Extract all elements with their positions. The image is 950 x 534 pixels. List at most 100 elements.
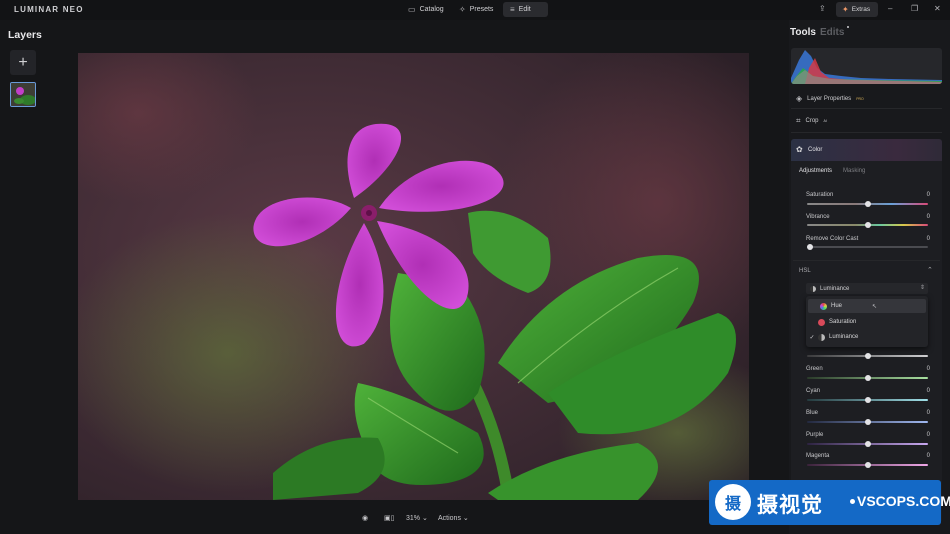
blue-slider[interactable] [807, 419, 928, 425]
tool-layer-properties[interactable]: ◈ Layer Properties PRO [796, 94, 864, 103]
green-slider-knob[interactable] [864, 375, 871, 381]
actions-label: Actions [438, 515, 461, 522]
color-title: Color [808, 147, 823, 153]
green-slider[interactable] [807, 375, 928, 381]
color-tool-header[interactable]: ✿ Color [791, 139, 942, 161]
blue-label: Blue [806, 410, 819, 416]
maximize-icon[interactable]: ❐ [911, 4, 918, 13]
zoom-dropdown[interactable]: 31% ⌄ [406, 514, 428, 522]
title-bar: LUMINAR NEO ▭ Catalog ✧ Presets ≡ Edit ⇪… [0, 0, 950, 20]
updown-chevron-icon: ⇕ [919, 285, 925, 291]
chevron-up-icon[interactable]: ⌃ [927, 266, 933, 274]
photo-canvas[interactable] [78, 53, 749, 500]
close-icon[interactable]: ✕ [934, 4, 941, 13]
remove-color-cast-label: Remove Color Cast [806, 236, 859, 242]
remove-color-cast-value[interactable]: 0 [922, 236, 930, 242]
watermark-dot [850, 499, 855, 504]
luminar-neo-window: LUMINAR NEO ▭ Catalog ✧ Presets ≡ Edit ⇪… [0, 0, 950, 534]
slider-knob[interactable] [864, 353, 871, 359]
pro-badge: PRO [856, 96, 864, 101]
hsl-section-label[interactable]: HSL [799, 268, 811, 274]
watermark-logo: 摄 [715, 484, 751, 520]
histogram [791, 48, 942, 84]
eye-icon[interactable]: ◉ [362, 514, 368, 522]
catalog-label: Catalog [419, 6, 444, 13]
folder-icon: ▭ [408, 5, 416, 14]
app-logo: LUMINAR NEO [14, 5, 84, 14]
layer-thumbnail[interactable] [10, 82, 36, 107]
flower-photo [78, 53, 749, 500]
bottom-toolbar [0, 505, 790, 534]
tab-masking[interactable]: Masking [843, 168, 865, 174]
share-icon[interactable]: ⇪ [819, 4, 826, 13]
purple-slider-knob[interactable] [864, 441, 871, 447]
checkmark-icon: ✓ [809, 334, 815, 341]
tab-edits[interactable]: Edits [820, 27, 844, 38]
add-layer-button[interactable]: + [10, 50, 36, 75]
magenta-label: Magenta [806, 453, 830, 459]
color-palette-icon: ✿ [796, 145, 803, 154]
saturation-slider-knob[interactable] [864, 201, 871, 207]
catalog-button[interactable]: ▭ Catalog [401, 2, 451, 17]
purple-slider[interactable] [807, 441, 928, 447]
hue-swatch-icon [820, 302, 827, 310]
hsl-partial-slider[interactable] [807, 353, 928, 359]
vibrance-slider-knob[interactable] [864, 222, 871, 228]
extras-label: Extras [851, 6, 871, 13]
magenta-slider[interactable] [807, 462, 928, 468]
edit-button[interactable]: ≡ Edit [503, 2, 548, 17]
purple-label: Purple [806, 432, 824, 438]
cyan-slider-knob[interactable] [864, 397, 871, 403]
dropdown-option-saturation[interactable]: Saturation [806, 315, 928, 329]
cyan-value[interactable]: 0 [922, 388, 930, 394]
presets-label: Presets [469, 6, 494, 13]
saturation-slider[interactable] [807, 201, 928, 207]
magenta-value[interactable]: 0 [922, 453, 930, 459]
crop-label: Crop [805, 118, 819, 124]
divider [791, 108, 942, 109]
blue-slider-knob[interactable] [864, 419, 871, 425]
luminance-swatch-icon [818, 333, 825, 341]
cyan-label: Cyan [806, 388, 821, 394]
crop-icon: ⌗ [796, 116, 801, 125]
saturation-option-label: Saturation [829, 319, 857, 325]
sliders-icon: ≡ [510, 5, 515, 14]
edits-indicator-dot [847, 26, 849, 28]
remove-color-cast-slider[interactable] [807, 244, 928, 250]
vibrance-slider[interactable] [807, 222, 928, 228]
tab-tools[interactable]: Tools [790, 27, 816, 38]
compare-icon[interactable]: ▣▯ [384, 514, 394, 522]
vibrance-value[interactable]: 0 [922, 214, 930, 220]
layer-properties-label: Layer Properties [807, 95, 852, 102]
mouse-cursor-icon: ↖ [872, 304, 878, 310]
luminance-swatch-icon [810, 285, 816, 292]
extras-button[interactable]: ✦ Extras [836, 2, 878, 17]
cyan-slider[interactable] [807, 397, 928, 403]
green-value[interactable]: 0 [922, 366, 930, 372]
magenta-slider-knob[interactable] [864, 462, 871, 468]
divider [791, 132, 942, 133]
hsl-mode-selected: Luminance [820, 285, 850, 292]
actions-dropdown[interactable]: Actions ⌄ [438, 514, 469, 522]
green-label: Green [806, 366, 823, 372]
purple-value[interactable]: 0 [922, 432, 930, 438]
presets-button[interactable]: ✧ Presets [452, 2, 500, 17]
tool-crop[interactable]: ⌗ Crop AI [796, 116, 827, 126]
blue-value[interactable]: 0 [922, 410, 930, 416]
layers-icon: ◈ [796, 94, 803, 103]
dropdown-option-hue[interactable]: Hue ↖ [808, 299, 926, 313]
dropdown-option-luminance[interactable]: ✓ Luminance [806, 330, 928, 344]
saturation-swatch-icon [818, 318, 825, 326]
panel-tabs: Tools Edits [790, 27, 844, 38]
hsl-mode-select[interactable]: Luminance ⇕ [806, 283, 928, 294]
saturation-value[interactable]: 0 [922, 192, 930, 198]
remove-color-cast-slider-knob[interactable] [807, 244, 813, 250]
zoom-value: 31% [406, 515, 421, 522]
minimize-icon[interactable]: – [888, 4, 892, 13]
watermark-en-text: VSCOPS.COM [857, 493, 950, 509]
sparkle-icon: ✧ [459, 5, 466, 14]
vibrance-label: Vibrance [806, 214, 830, 220]
hue-option-label: Hue [831, 303, 843, 309]
tab-adjustments[interactable]: Adjustments [799, 168, 832, 174]
luminance-option-label: Luminance [829, 334, 859, 340]
